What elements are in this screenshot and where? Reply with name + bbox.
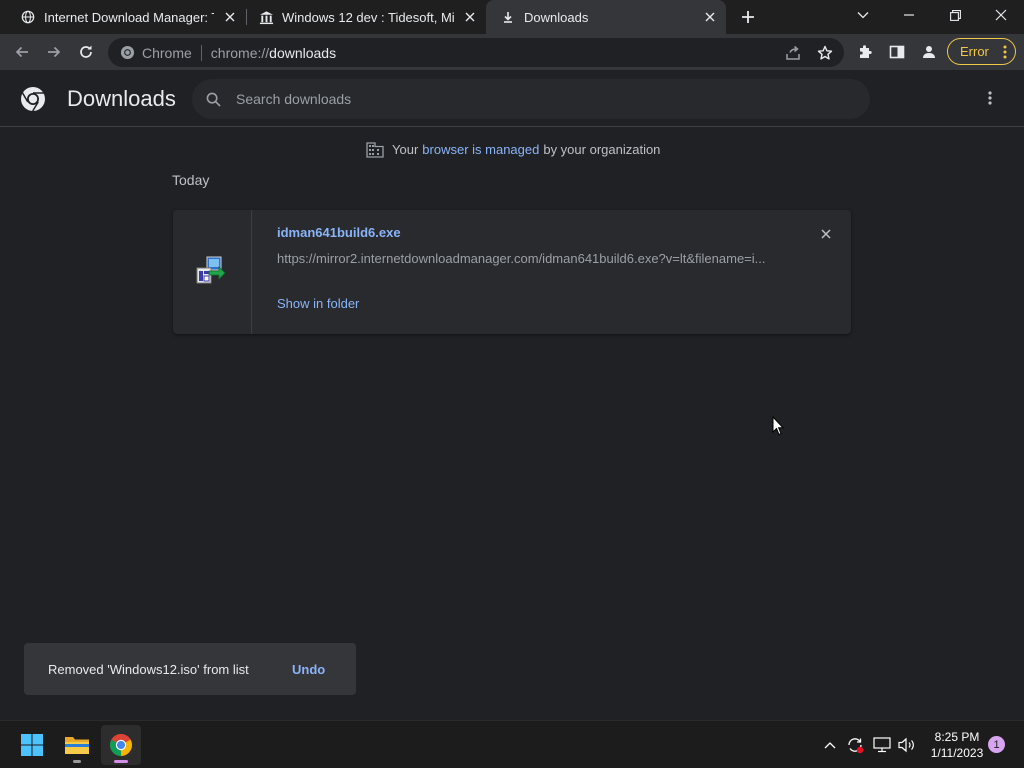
side-panel-icon[interactable] (885, 40, 909, 64)
url-scheme: chrome:// (210, 44, 270, 61)
downloads-header: Downloads Search downloads (0, 71, 1024, 127)
chrome-icon (119, 45, 135, 61)
tab-idm[interactable]: Internet Download Manager: The (0, 0, 246, 34)
site-chip-label: Chrome (142, 44, 192, 61)
clock-time: 8:25 PM (934, 730, 980, 744)
taskbar: 8:25 PM 1/11/2023 1 (0, 720, 1024, 768)
profile-error-button[interactable]: Error (947, 38, 1016, 65)
tab-windows12[interactable]: Windows 12 dev : Tidesoft, Micro (238, 0, 486, 34)
managed-suffix: by your organization (543, 141, 661, 157)
volume-icon[interactable] (897, 735, 917, 755)
download-filename-link[interactable]: idman641build6.exe (277, 225, 401, 240)
toast-message: Removed 'Windows12.iso' from list (48, 662, 249, 677)
share-icon[interactable] (781, 41, 805, 65)
notification-badge[interactable]: 1 (988, 736, 1005, 753)
download-source-url[interactable]: https://mirror2.internetdownloadmanager.… (277, 251, 766, 266)
reload-button[interactable] (74, 40, 98, 64)
error-label: Error (960, 44, 989, 59)
kebab-menu-icon (1003, 45, 1007, 62)
close-tab-icon[interactable] (222, 9, 238, 25)
show-hidden-icons-chevron-icon[interactable] (820, 735, 840, 755)
sync-alert-icon[interactable] (845, 735, 865, 755)
clock-date: 1/11/2023 (930, 746, 984, 760)
close-tab-icon[interactable] (462, 9, 478, 25)
managed-prefix: Your (392, 141, 419, 157)
tab-strip: Internet Download Manager: The Windows 1… (0, 0, 1024, 34)
download-item: idman641build6.exe https://mirror2.inter… (173, 210, 851, 334)
system-clock[interactable]: 8:25 PM 1/11/2023 (926, 729, 988, 761)
installer-file-icon (195, 254, 227, 286)
omnibox-divider (200, 44, 202, 61)
close-tab-icon[interactable] (702, 9, 718, 25)
network-icon[interactable] (872, 735, 892, 755)
browser-toolbar: Chrome chrome://downloads Error (0, 34, 1024, 71)
address-bar[interactable]: Chrome chrome://downloads (108, 38, 844, 67)
tab-downloads[interactable]: Downloads (486, 0, 726, 34)
download-icon (500, 9, 516, 25)
search-input[interactable]: Search downloads (192, 79, 870, 119)
url-text[interactable]: chrome://downloads (211, 45, 336, 61)
forward-button[interactable] (42, 40, 66, 64)
page-title: Downloads (67, 86, 176, 111)
restore-button[interactable] (932, 0, 978, 30)
remove-download-icon[interactable] (817, 225, 835, 243)
managed-notice: Your browser is managed by your organiza… (366, 140, 660, 158)
running-indicator (114, 760, 128, 763)
site-info-chip[interactable]: Chrome (108, 45, 192, 61)
extensions-icon[interactable] (853, 40, 877, 64)
building-icon (366, 140, 384, 158)
date-group-label: Today (172, 172, 210, 188)
chrome-taskbar-button[interactable] (101, 725, 141, 765)
tab-title: Internet Download Manager: The (44, 9, 214, 25)
chrome-logo-icon (20, 86, 46, 112)
archive-icon (258, 9, 274, 25)
undo-toast: Removed 'Windows12.iso' from list Undo (24, 643, 356, 695)
tab-title: Downloads (524, 9, 589, 25)
new-tab-button[interactable] (738, 7, 758, 27)
undo-button[interactable]: Undo (292, 662, 325, 677)
managed-link[interactable]: browser is managed (422, 142, 539, 157)
show-in-folder-link[interactable]: Show in folder (277, 296, 359, 311)
tab-search-button[interactable] (840, 0, 886, 30)
more-actions-icon[interactable] (980, 88, 1000, 108)
mouse-cursor-icon (772, 415, 785, 436)
file-explorer-button[interactable] (57, 725, 97, 765)
close-window-button[interactable] (978, 0, 1024, 30)
start-button[interactable] (12, 725, 52, 765)
running-indicator (73, 760, 81, 763)
tab-title: Windows 12 dev : Tidesoft, Micro (282, 9, 454, 25)
url-host: downloads (269, 44, 337, 61)
globe-icon (20, 9, 36, 25)
minimize-button[interactable] (886, 0, 932, 30)
search-placeholder: Search downloads (236, 91, 352, 107)
profile-avatar-icon[interactable] (917, 40, 941, 64)
bookmark-star-icon[interactable] (813, 41, 837, 65)
search-icon (204, 90, 222, 108)
back-button[interactable] (10, 40, 34, 64)
